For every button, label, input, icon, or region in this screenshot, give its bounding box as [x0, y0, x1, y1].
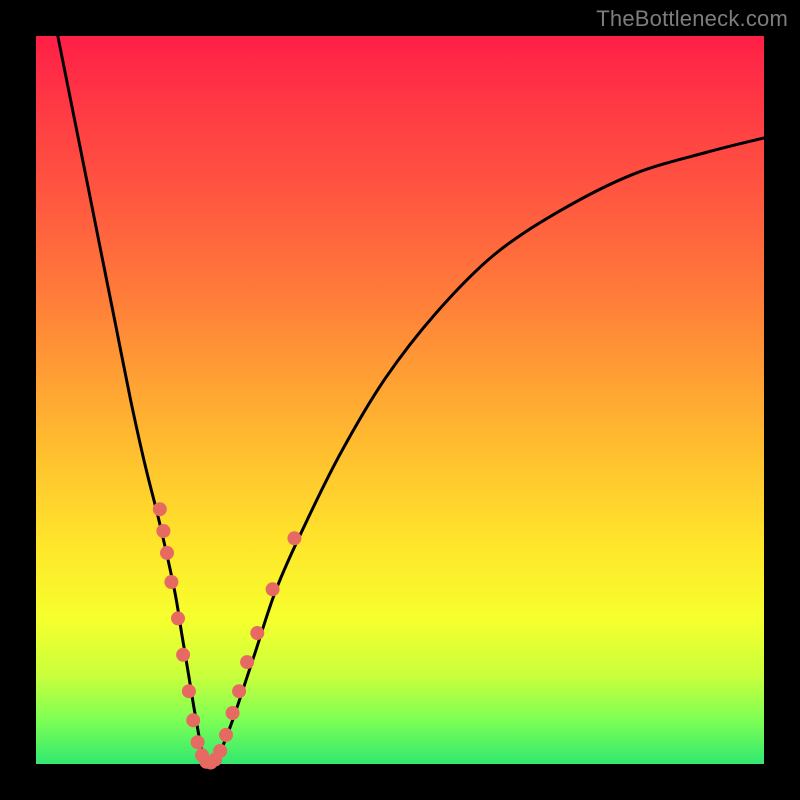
- plot-area: [36, 36, 764, 764]
- highlight-dots: [153, 502, 302, 769]
- highlight-dot: [213, 744, 227, 758]
- bottleneck-curve: [58, 36, 764, 764]
- chart-frame: TheBottleneck.com: [0, 0, 800, 800]
- highlight-dot: [160, 546, 174, 560]
- chart-svg: [36, 36, 764, 764]
- highlight-dot: [156, 524, 170, 538]
- highlight-dot: [182, 684, 196, 698]
- highlight-dot: [186, 713, 200, 727]
- highlight-dot: [250, 626, 264, 640]
- highlight-dot: [191, 735, 205, 749]
- watermark-text: TheBottleneck.com: [596, 6, 788, 32]
- highlight-dot: [219, 728, 233, 742]
- highlight-dot: [171, 611, 185, 625]
- highlight-dot: [153, 502, 167, 516]
- highlight-dot: [266, 582, 280, 596]
- highlight-dot: [232, 684, 246, 698]
- highlight-dot: [226, 706, 240, 720]
- highlight-dot: [287, 531, 301, 545]
- highlight-dot: [164, 575, 178, 589]
- highlight-dot: [240, 655, 254, 669]
- highlight-dot: [176, 648, 190, 662]
